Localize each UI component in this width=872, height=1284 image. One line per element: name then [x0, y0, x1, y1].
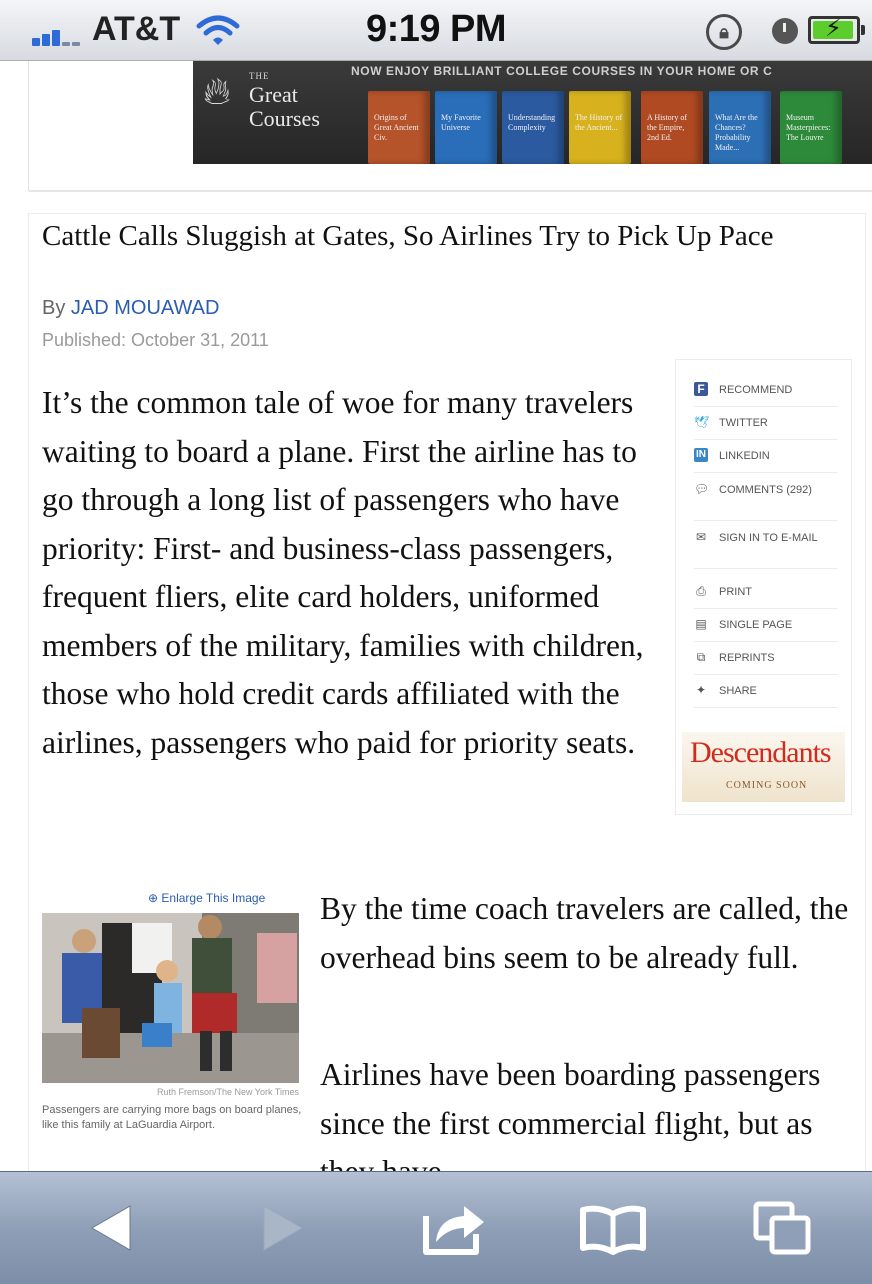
book-cover: Museum Masterpieces: The Louvre: [780, 91, 842, 164]
great-courses-ad[interactable]: 🔥︎ THE Great Courses NOW ENJOY BRILLIANT…: [193, 61, 872, 164]
twitter-button[interactable]: 🕊︎ TWITTER: [694, 415, 838, 440]
tool-label: RECOMMEND: [719, 384, 793, 396]
enlarge-label: Enlarge This Image: [161, 891, 266, 905]
reprints-icon: ⧉: [696, 650, 706, 664]
torch-logo-icon: 🔥︎: [203, 71, 231, 113]
tool-label: LINKEDIN: [719, 450, 770, 462]
battery-charging-icon: ⚡︎: [808, 15, 865, 44]
tabs-icon[interactable]: [752, 1200, 814, 1256]
zoom-icon: ⊕: [148, 891, 159, 905]
printer-icon: ⎙: [696, 584, 706, 598]
tool-label: SIGN IN TO E-MAIL: [719, 532, 818, 544]
forward-arrow-icon[interactable]: [258, 1200, 308, 1256]
article-paragraph: By the time coach travelers are called, …: [320, 891, 849, 975]
ad-tagline: NOW ENJOY BRILLIANT COLLEGE COURSES IN Y…: [351, 64, 773, 78]
print-button[interactable]: ⎙ PRINT: [694, 584, 838, 609]
back-arrow-icon[interactable]: [86, 1200, 136, 1256]
book-cover: Origins of Great Ancient Civ.: [368, 91, 430, 164]
book-cover: Understanding Complexity: [502, 91, 564, 164]
tool-label: TWITTER: [719, 417, 768, 429]
book-cover: What Are the Chances? Probability Made..…: [709, 91, 771, 164]
bookmarks-icon[interactable]: [578, 1200, 648, 1256]
publish-date: Published: October 31, 2011: [42, 330, 269, 350]
article-tools: f RECOMMEND 🕊︎ TWITTER in LINKEDIN 💬︎ CO…: [675, 359, 852, 815]
recommend-button[interactable]: f RECOMMEND: [694, 382, 838, 407]
book-cover: The History of the Ancient...: [569, 91, 631, 164]
article-photo[interactable]: [42, 913, 299, 1083]
book-cover: A History of the Empire, 2nd Ed.: [641, 91, 703, 164]
byline-prefix: By: [42, 297, 66, 319]
comments-button[interactable]: 💬︎ COMMENTS (292): [694, 482, 838, 521]
linkedin-button[interactable]: in LINKEDIN: [694, 448, 838, 473]
page-icon: ▤: [695, 617, 707, 631]
alarm-icon: [772, 18, 798, 44]
status-bar: AT&T 9:19 PM 🔒︎ ⚡︎: [0, 0, 872, 61]
tool-label: SHARE: [719, 685, 757, 697]
descendants-ad[interactable]: Descendants COMING SOON: [682, 732, 845, 802]
comment-icon: 💬︎: [694, 482, 710, 496]
twitter-icon: 🕊︎: [694, 415, 710, 429]
enlarge-image-link[interactable]: ⊕ Enlarge This Image: [148, 891, 265, 905]
linkedin-icon: in: [694, 448, 708, 462]
tool-label: REPRINTS: [719, 652, 775, 664]
tool-label: PRINT: [719, 586, 752, 598]
photo-credit: Ruth Fremson/The New York Times: [156, 1087, 299, 1097]
book-cover: My Favorite Universe: [435, 91, 497, 164]
share-button[interactable]: ✦ SHARE: [694, 683, 838, 708]
share-action-icon[interactable]: [420, 1200, 486, 1256]
author-link[interactable]: JAD MOUAWAD: [71, 297, 220, 319]
article-paragraph: Airlines have been boarding passengers s…: [320, 1057, 821, 1171]
single-page-button[interactable]: ▤ SINGLE PAGE: [694, 617, 838, 642]
byline: By JAD MOUAWAD: [42, 297, 219, 320]
email-button[interactable]: ✉︎ SIGN IN TO E-MAIL: [694, 530, 838, 569]
ad-subtitle: COMING SOON: [726, 780, 808, 791]
browser-toolbar: [0, 1171, 872, 1284]
article-headline: Cattle Calls Sluggish at Gates, So Airli…: [42, 220, 774, 252]
tool-label: SINGLE PAGE: [719, 619, 793, 631]
tool-label: COMMENTS (292): [719, 484, 812, 496]
brand-small-text: THE: [249, 71, 270, 81]
facebook-icon: f: [694, 382, 708, 396]
article-paragraph: It’s the common tale of woe for many tra…: [42, 385, 644, 760]
reprints-button[interactable]: ⧉ REPRINTS: [694, 650, 838, 675]
web-page[interactable]: 🔥︎ THE Great Courses NOW ENJOY BRILLIANT…: [0, 61, 872, 1171]
envelope-icon: ✉︎: [695, 530, 707, 544]
rotation-lock-icon: 🔒︎: [706, 14, 742, 50]
share-icon: ✦: [695, 683, 707, 697]
ad-title: Descendants: [690, 736, 832, 769]
brand-name: Great Courses: [249, 82, 320, 131]
photo-caption: Passengers are carrying more bags on boa…: [42, 1104, 302, 1131]
